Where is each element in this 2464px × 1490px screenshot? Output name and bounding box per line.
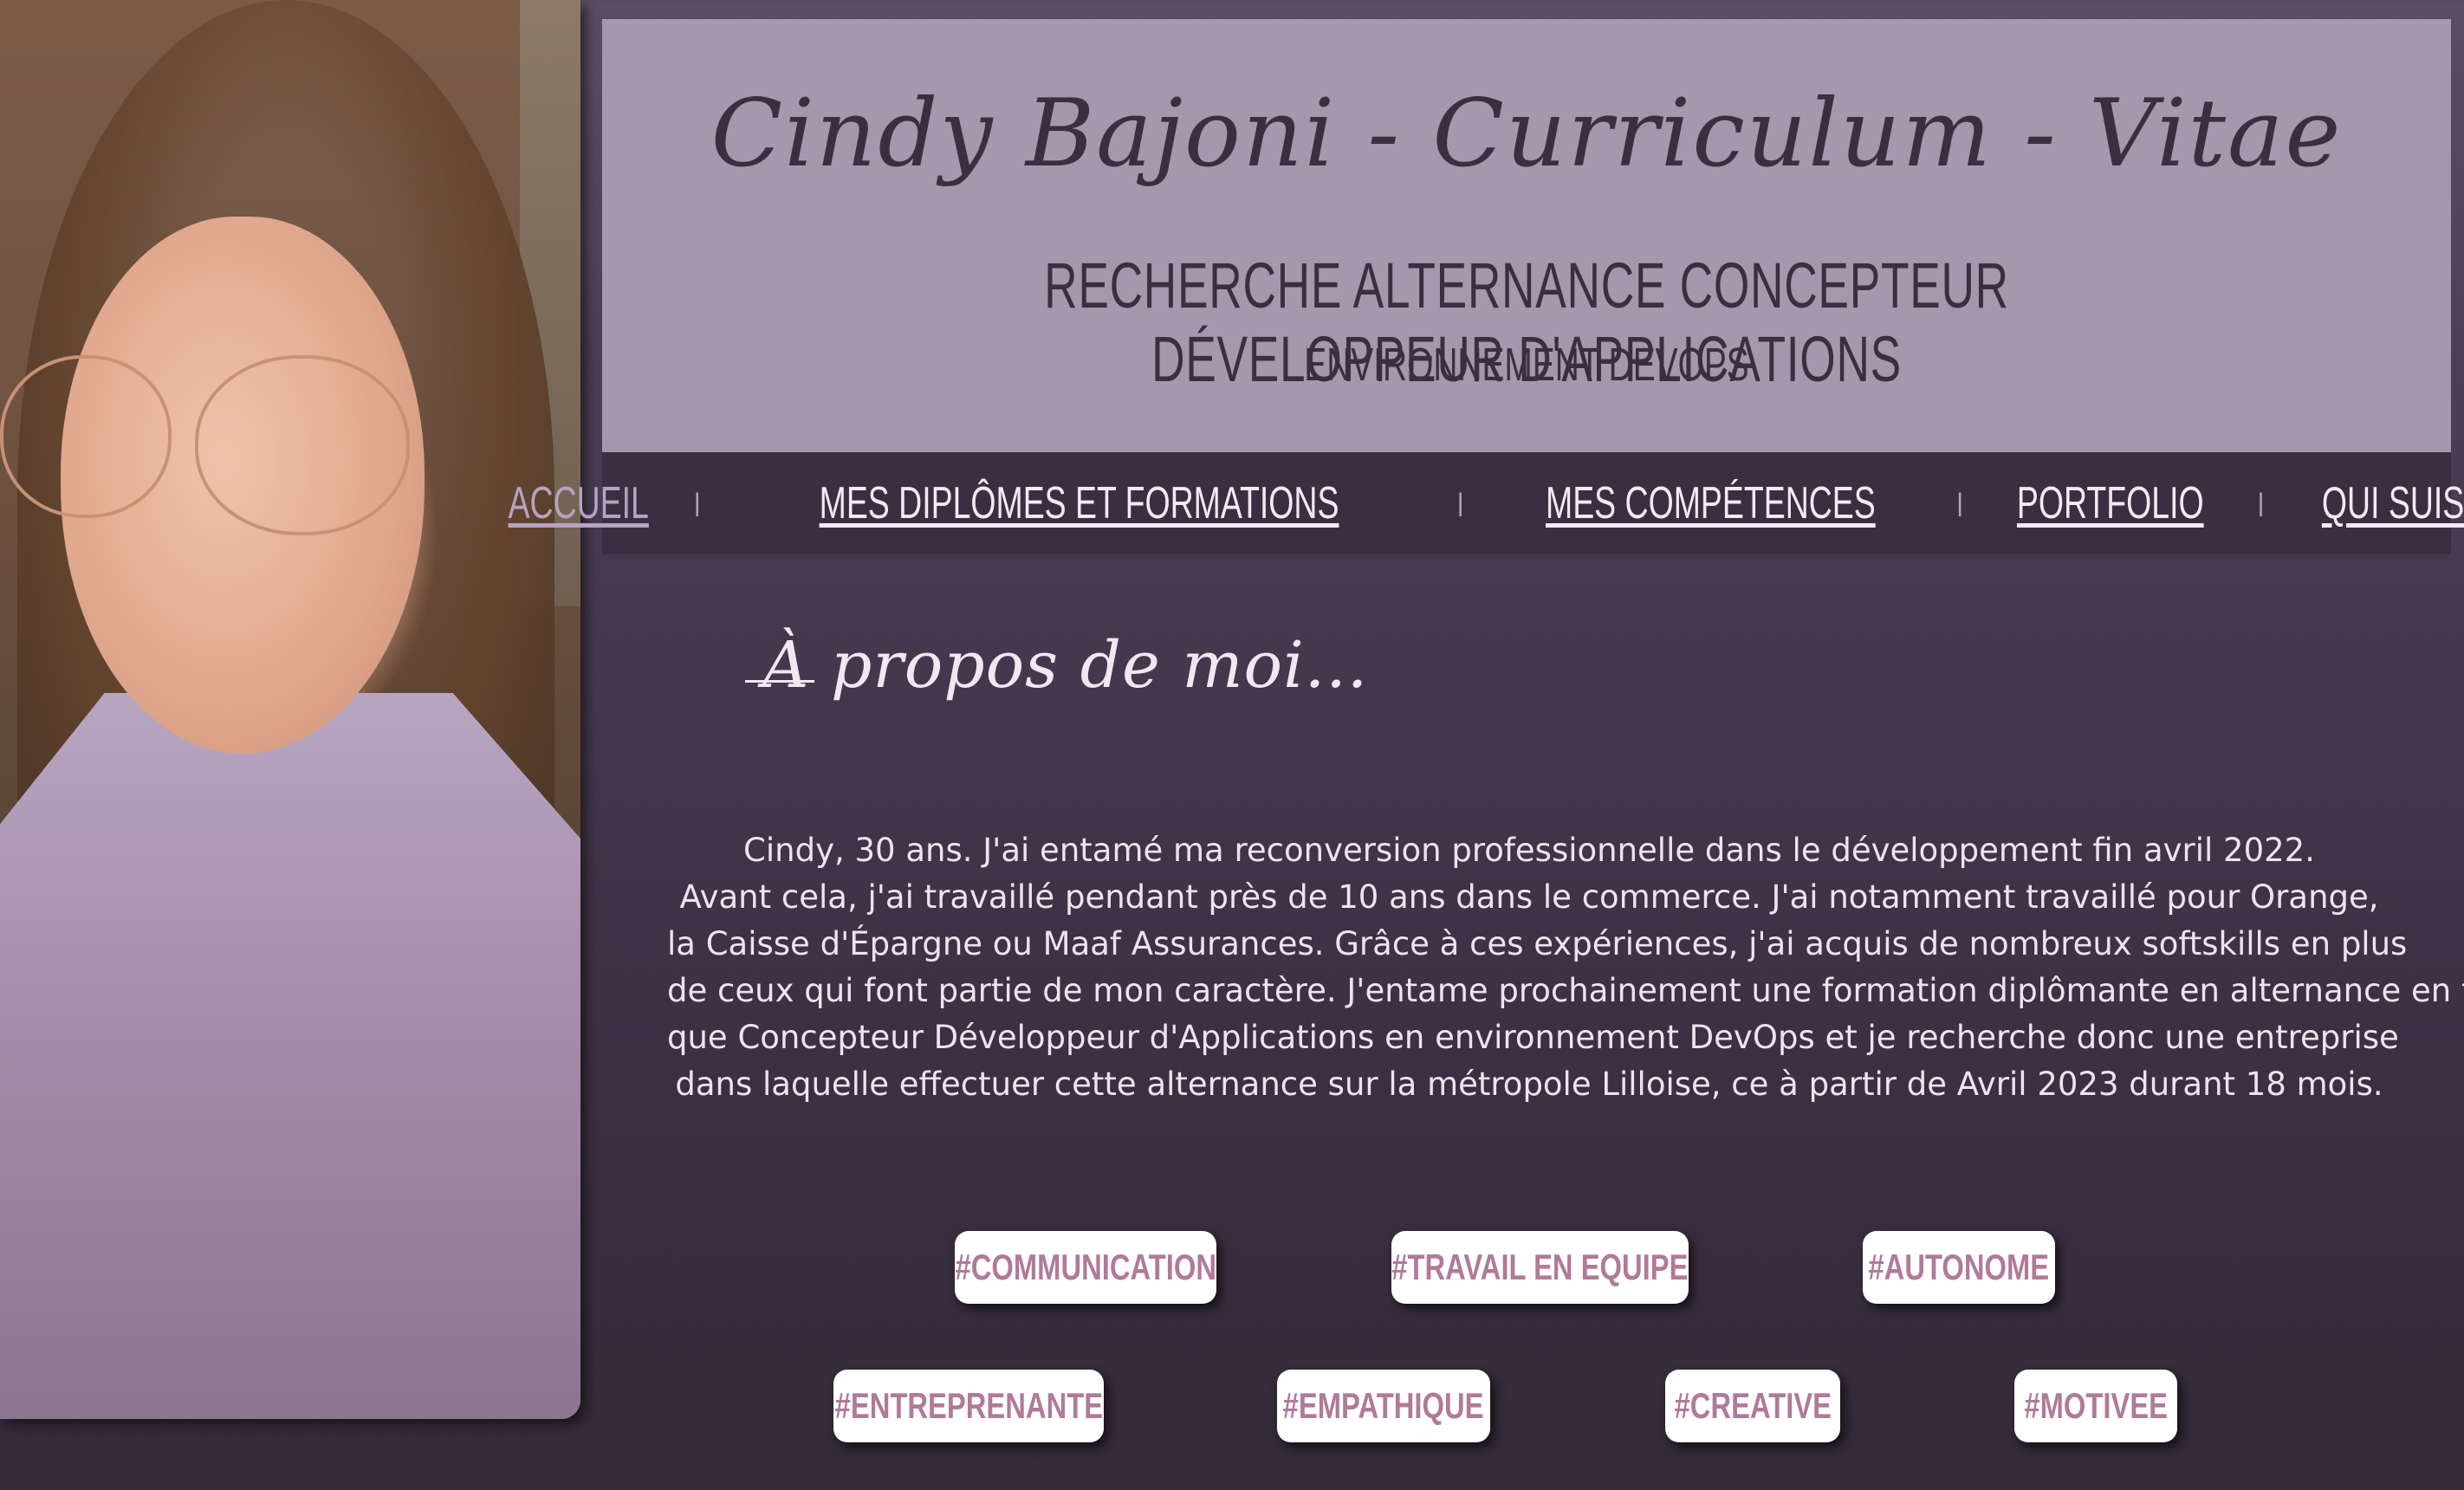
tag-travail-en-equipe: #TRAVAIL EN EQUIPE xyxy=(1391,1231,1689,1304)
nav-items: Accueil | Mes diplômes et formations | M… xyxy=(509,452,2464,554)
site-header: Cindy Bajoni - Curriculum - Vitae Recher… xyxy=(602,19,2451,452)
nav-link-qui-suis-je[interactable]: Qui suis-je? xyxy=(2322,477,2464,529)
photo-glasses xyxy=(0,355,172,518)
site-title: Cindy Bajoni - Curriculum - Vitae xyxy=(710,80,2343,188)
about-line: que Concepteur Développeur d'Application… xyxy=(667,1019,2399,1056)
tag-empathique: #EMPATHIQUE xyxy=(1277,1370,1490,1442)
tag-label: #EMPATHIQUE xyxy=(1283,1385,1484,1426)
profile-photo xyxy=(0,0,580,1419)
nav-link-portfolio[interactable]: Portfolio xyxy=(2017,477,2204,529)
main-nav: Accueil | Mes diplômes et formations | M… xyxy=(509,452,2464,554)
about-line: de ceux qui font partie de mon caractère… xyxy=(667,972,2464,1009)
tag-autonome: #AUTONOME xyxy=(1863,1231,2055,1304)
photo-glasses xyxy=(195,355,410,535)
tag-motivee: #MOTIVEE xyxy=(2014,1370,2177,1442)
nav-link-competences[interactable]: Mes compétences xyxy=(1546,477,1876,529)
about-line: Cindy, 30 ans. J'ai entamé ma reconversi… xyxy=(743,832,2315,869)
about-line: dans laquelle effectuer cette alternance… xyxy=(675,1066,2383,1103)
tag-label: #TRAVAIL EN EQUIPE xyxy=(1391,1247,1689,1287)
nav-separator: | xyxy=(2257,489,2265,517)
about-text: Cindy, 30 ans. J'ai entamé ma reconversi… xyxy=(667,827,2464,1108)
nav-separator: | xyxy=(693,489,701,517)
nav-separator: | xyxy=(1956,489,1964,517)
tag-label: #COMMUNICATION xyxy=(955,1247,1216,1287)
about-heading: À propos de moi... xyxy=(744,628,1369,703)
site-subtitle-secondary: environnement DevOps xyxy=(1304,339,1749,391)
tag-creative: #CREATIVE xyxy=(1665,1370,1840,1442)
nav-separator: | xyxy=(1456,489,1464,517)
nav-link-diplomes-formations[interactable]: Mes diplômes et formations xyxy=(819,477,1339,529)
tag-label: #ENTREPRENANTE xyxy=(834,1385,1103,1426)
tag-communication: #COMMUNICATION xyxy=(955,1231,1216,1304)
photo-sweater xyxy=(0,693,580,1419)
tag-label: #MOTIVEE xyxy=(2024,1385,2168,1426)
about-line: la Caisse d'Épargne ou Maaf Assurances. … xyxy=(667,925,2408,962)
nav-link-accueil[interactable]: Accueil xyxy=(509,477,649,529)
about-line: Avant cela, j'ai travaillé pendant près … xyxy=(679,878,2379,916)
tag-label: #AUTONOME xyxy=(1868,1247,2050,1287)
tag-entreprenante: #ENTREPRENANTE xyxy=(833,1370,1104,1442)
tag-label: #CREATIVE xyxy=(1674,1385,1832,1426)
